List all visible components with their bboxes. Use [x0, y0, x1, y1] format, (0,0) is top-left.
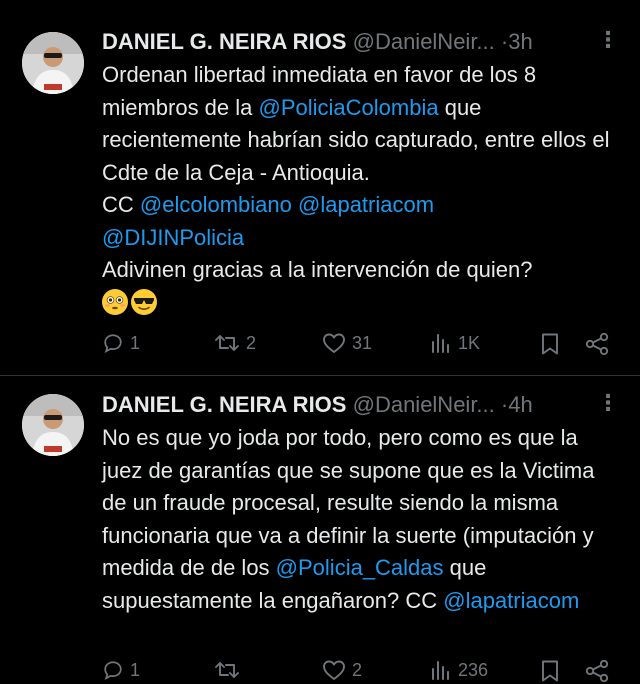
- views-chart-icon: [432, 661, 449, 680]
- share-button[interactable]: [584, 659, 610, 683]
- more-options-icon[interactable]: ⋮: [596, 390, 620, 420]
- tweet[interactable]: DANIEL G. NEIRA RIOS @DanielNeir... ·3h …: [0, 0, 640, 376]
- repost-icon: [215, 335, 239, 351]
- reply-button[interactable]: 1: [102, 332, 140, 354]
- reply-icon: [104, 334, 122, 353]
- share-icon: [585, 332, 609, 356]
- like-button[interactable]: 2: [322, 659, 362, 681]
- author-handle[interactable]: @DanielNeir...: [353, 29, 495, 54]
- text-segment: Adivinen gracias a la intervención de qu…: [102, 257, 533, 282]
- bookmark-button[interactable]: [539, 332, 561, 356]
- like-count: 2: [352, 659, 363, 680]
- flushed-face-icon: [102, 288, 128, 315]
- bookmark-button[interactable]: [539, 659, 561, 683]
- author-name[interactable]: DANIEL G. NEIRA RIOS: [102, 29, 346, 54]
- avatar[interactable]: [22, 394, 84, 456]
- mention-link[interactable]: @PoliciaColombia: [259, 95, 439, 120]
- author-name[interactable]: DANIEL G. NEIRA RIOS: [102, 392, 346, 417]
- repost-button[interactable]: [214, 659, 246, 681]
- heart-icon: [323, 333, 345, 353]
- avatar[interactable]: [22, 32, 84, 94]
- reply-count: 1: [130, 332, 141, 353]
- share-icon: [585, 659, 609, 683]
- tweet-text: Ordenan libertad inmediata en favor de l…: [102, 59, 616, 319]
- timestamp[interactable]: 3h: [508, 29, 532, 54]
- view-count: 236: [458, 659, 489, 680]
- repost-button[interactable]: 2: [214, 332, 256, 354]
- tweet-text: No es que yo joda por todo, pero como es…: [102, 422, 616, 617]
- reply-count: 1: [130, 659, 141, 680]
- sunglasses-face-icon: [131, 288, 157, 315]
- reply-icon: [104, 661, 122, 680]
- bookmark-icon: [542, 333, 558, 355]
- bookmark-icon: [542, 660, 558, 682]
- like-button[interactable]: 31: [322, 332, 372, 354]
- tweet-header: DANIEL G. NEIRA RIOS @DanielNeir... ·3h …: [102, 27, 620, 57]
- tweet-actions: 1 2 236: [102, 659, 618, 684]
- tweet[interactable]: DANIEL G. NEIRA RIOS @DanielNeir... ·4h …: [0, 377, 640, 684]
- heart-icon: [323, 660, 345, 680]
- mention-link[interactable]: @lapatriacom: [443, 588, 579, 613]
- mention-link[interactable]: @lapatriacom: [298, 192, 434, 217]
- repost-count: 2: [246, 332, 257, 353]
- like-count: 31: [352, 332, 373, 353]
- mention-link[interactable]: @DIJINPolicia: [102, 225, 244, 250]
- text-segment: CC: [102, 192, 140, 217]
- views-chart-icon: [432, 334, 449, 353]
- views-button[interactable]: 1K: [430, 332, 480, 354]
- tweet-header: DANIEL G. NEIRA RIOS @DanielNeir... ·4h …: [102, 390, 620, 420]
- share-button[interactable]: [584, 332, 610, 356]
- tweet-actions: 1 2 31 1K: [102, 332, 618, 362]
- timestamp[interactable]: 4h: [508, 392, 532, 417]
- mention-link[interactable]: @elcolombiano: [140, 192, 292, 217]
- repost-icon: [215, 662, 239, 678]
- views-button[interactable]: 236: [430, 659, 488, 681]
- timeline-feed: DANIEL G. NEIRA RIOS @DanielNeir... ·3h …: [0, 0, 640, 684]
- more-options-icon[interactable]: ⋮: [596, 27, 620, 57]
- author-handle[interactable]: @DanielNeir...: [353, 392, 495, 417]
- view-count: 1K: [458, 332, 481, 353]
- mention-link[interactable]: @Policia_Caldas: [276, 555, 444, 580]
- reply-button[interactable]: 1: [102, 659, 140, 681]
